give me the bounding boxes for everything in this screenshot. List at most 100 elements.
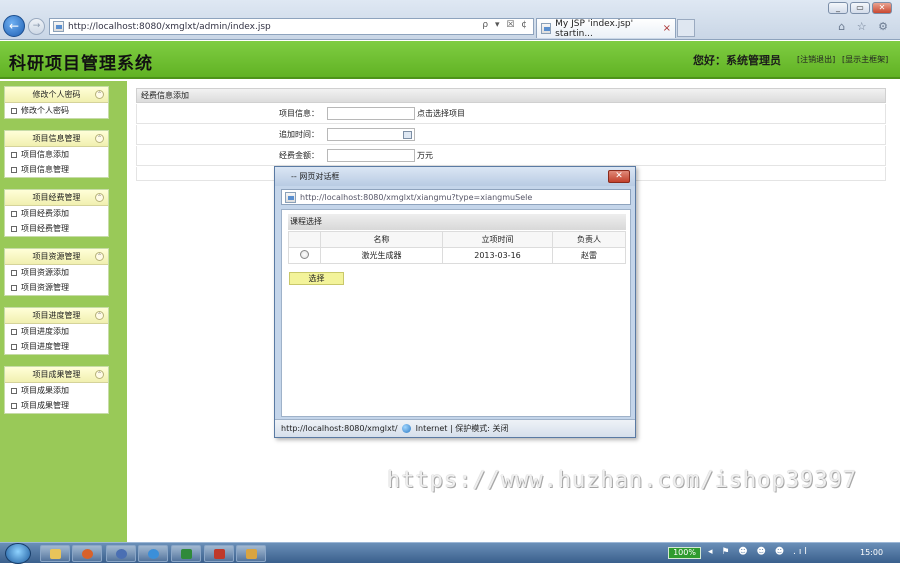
amount-unit: 万元: [417, 151, 433, 160]
amount-label: 经费金额：: [279, 151, 319, 160]
system-tray-icons[interactable]: ◂ ⚑ ☻ ☻ ☻ .ıl: [708, 547, 810, 557]
tab-title: My JSP 'index.jsp' startin...: [555, 18, 634, 39]
menu-group-results: 项目成果管理 ⌃ 项目成果添加 项目成果管理: [4, 366, 109, 414]
folder-icon: [50, 549, 61, 559]
page-icon: [53, 21, 64, 32]
clock[interactable]: 15:00: [860, 548, 883, 557]
column-header: 负责人: [552, 231, 626, 248]
amount-field[interactable]: [327, 149, 415, 162]
dialog-title: -- 网页对话框: [291, 172, 340, 181]
table-row[interactable]: 激光生成器 2013-03-16 赵雷: [288, 247, 626, 264]
menu-group-password: 修改个人密码 ⌃ 修改个人密码: [4, 86, 109, 119]
project-field[interactable]: [327, 107, 415, 120]
new-tab-button[interactable]: [677, 19, 695, 37]
maximize-button[interactable]: ▭: [850, 2, 870, 14]
menu-header[interactable]: 项目成果管理 ⌃: [5, 367, 108, 383]
dialog-body: 课程选择 名称 立项时间 负责人 激光生成器 2013-03-16 赵雷 选择: [281, 209, 631, 417]
project-label: 项目信息：: [279, 109, 319, 118]
dialog-address-bar: http://localhost:8080/xmglxt/xiangmu?typ…: [281, 189, 631, 205]
taskbar-explorer[interactable]: [40, 545, 70, 562]
logout-link[interactable]: [注销退出]: [797, 54, 835, 65]
tab-close-icon[interactable]: ×: [663, 23, 671, 34]
firefox-icon: [82, 549, 93, 559]
address-url[interactable]: http://localhost:8080/xmglxt/admin/index…: [68, 22, 271, 32]
start-button[interactable]: [5, 543, 31, 564]
taskbar-app-2[interactable]: [204, 545, 234, 562]
menu-header[interactable]: 项目进度管理 ⌃: [5, 308, 108, 324]
battery-indicator[interactable]: 100%: [668, 547, 701, 559]
sidebar-item-progress-add[interactable]: 项目进度添加: [5, 324, 108, 339]
home-favorites-settings-icons[interactable]: ⌂ ☆ ⚙: [838, 20, 892, 33]
status-url: http://localhost:8080/xmglxt/: [281, 424, 398, 433]
taskbar-firefox[interactable]: [72, 545, 102, 562]
form-row-project: 项目信息： 点击选择项目: [136, 104, 886, 124]
sidebar-item-change-password[interactable]: 修改个人密码: [5, 103, 108, 118]
menu-header[interactable]: 项目信息管理 ⌃: [5, 131, 108, 147]
taskbar-ie[interactable]: [138, 545, 168, 562]
arrow-left-icon: ←: [8, 19, 20, 33]
collapse-icon[interactable]: ⌃: [95, 193, 104, 202]
project-name: 激光生成器: [320, 247, 443, 264]
sidebar-item-project-info-add[interactable]: 项目信息添加: [5, 147, 108, 162]
sidebar: 修改个人密码 ⌃ 修改个人密码 项目信息管理 ⌃ 项目信息添加 项目信息管理 项目经…: [0, 81, 127, 542]
column-header: 立项时间: [442, 231, 553, 248]
form-row-amount: 经费金额： 万元: [136, 146, 886, 166]
time-label: 追加时间：: [279, 130, 319, 139]
modal-dialog: -- 网页对话框 ✕ http://localhost:8080/xmglxt/…: [274, 166, 636, 438]
globe-icon: [402, 424, 412, 433]
calendar-icon[interactable]: [403, 131, 412, 139]
row-select-cell[interactable]: [288, 247, 321, 264]
table-header-row: 名称 立项时间 负责人: [288, 231, 626, 248]
sidebar-item-project-info-manage[interactable]: 项目信息管理: [5, 162, 108, 177]
app-header: 科研项目管理系统 您好：系统管理员 [注销退出] [显示主框架]: [0, 41, 900, 79]
back-button[interactable]: ←: [3, 15, 25, 37]
collapse-icon[interactable]: ⌃: [95, 134, 104, 143]
menu-header[interactable]: 修改个人密码 ⌃: [5, 87, 108, 103]
browser-tab[interactable]: My JSP 'index.jsp' startin... ×: [536, 18, 676, 39]
forward-button[interactable]: →: [28, 18, 45, 35]
dialog-close-button[interactable]: ✕: [608, 170, 630, 183]
collapse-icon[interactable]: ⌃: [95, 252, 104, 261]
arrow-right-icon: →: [32, 21, 41, 31]
column-header: [288, 231, 321, 248]
browser-chrome: _ ▭ ✕ ← → http://localhost:8080/xmglxt/a…: [0, 0, 900, 40]
taskbar-app[interactable]: [106, 545, 136, 562]
sidebar-item-resources-manage[interactable]: 项目资源管理: [5, 280, 108, 295]
collapse-icon[interactable]: ⌃: [95, 90, 104, 99]
form-title: 经费信息添加: [136, 88, 886, 103]
column-header: 名称: [320, 231, 443, 248]
time-field[interactable]: [327, 128, 415, 141]
menu-group-progress: 项目进度管理 ⌃ 项目进度添加 项目进度管理: [4, 307, 109, 355]
sidebar-item-results-add[interactable]: 项目成果添加: [5, 383, 108, 398]
taskbar: 100% ◂ ⚑ ☻ ☻ ☻ .ıl 15:00: [0, 542, 900, 564]
tool-icon: [214, 549, 225, 559]
dialog-titlebar[interactable]: -- 网页对话框 ✕: [275, 167, 635, 186]
select-button[interactable]: 选择: [289, 272, 344, 285]
address-tools-icons[interactable]: ρ ▾ ☒ ¢: [482, 20, 529, 30]
excel-icon: [181, 549, 192, 559]
close-window-button[interactable]: ✕: [872, 2, 892, 14]
taskbar-app-3[interactable]: [236, 545, 266, 562]
user-greeting: 您好：系统管理员: [693, 54, 781, 67]
sidebar-item-funding-manage[interactable]: 项目经费管理: [5, 221, 108, 236]
menu-group-resources: 项目资源管理 ⌃ 项目资源添加 项目资源管理: [4, 248, 109, 296]
collapse-icon[interactable]: ⌃: [95, 311, 104, 320]
sidebar-item-funding-add[interactable]: 项目经费添加: [5, 206, 108, 221]
menu-header[interactable]: 项目资源管理 ⌃: [5, 249, 108, 265]
sidebar-item-results-manage[interactable]: 项目成果管理: [5, 398, 108, 413]
select-project-link[interactable]: 点击选择项目: [417, 104, 465, 124]
archive-icon: [246, 549, 257, 559]
project-date: 2013-03-16: [442, 247, 553, 264]
sidebar-item-resources-add[interactable]: 项目资源添加: [5, 265, 108, 280]
address-bar[interactable]: http://localhost:8080/xmglxt/admin/index…: [49, 18, 534, 35]
taskbar-excel[interactable]: [171, 545, 201, 562]
show-main-frame-link[interactable]: [显示主框架]: [842, 54, 888, 65]
app-title: 科研项目管理系统: [9, 54, 153, 74]
sidebar-item-progress-manage[interactable]: 项目进度管理: [5, 339, 108, 354]
minimize-button[interactable]: _: [828, 2, 848, 14]
radio-button[interactable]: [300, 250, 309, 259]
selection-title: 课程选择: [288, 214, 626, 230]
collapse-icon[interactable]: ⌃: [95, 370, 104, 379]
menu-header[interactable]: 项目经费管理 ⌃: [5, 190, 108, 206]
page-icon: [285, 191, 296, 203]
